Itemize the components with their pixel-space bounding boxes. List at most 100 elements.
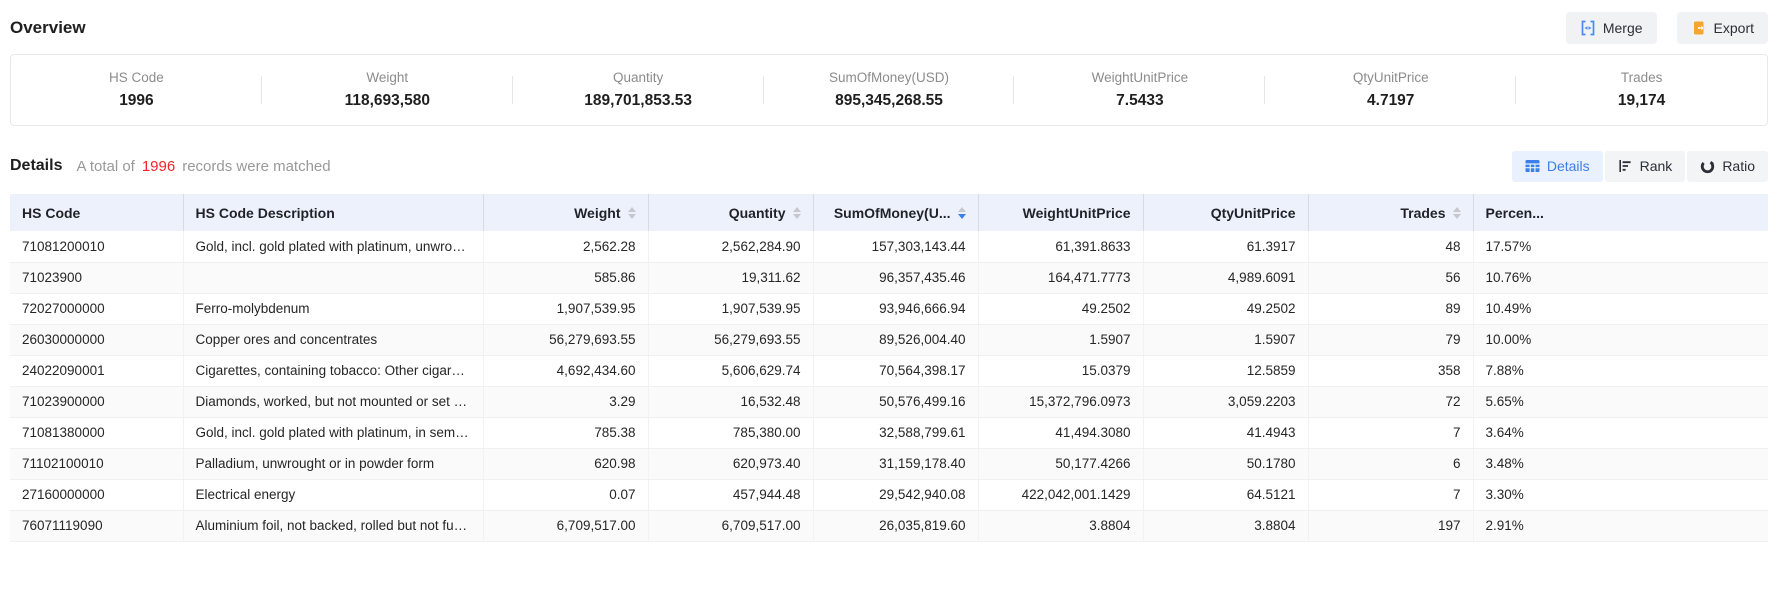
column-header: Quantity [648,194,813,231]
table-cell: 3.48% [1473,448,1768,479]
table-cell: 50,177.4266 [978,448,1143,479]
table-row[interactable]: 71081380000Gold, incl. gold plated with … [10,417,1768,448]
table-cell: Electrical energy [183,479,483,510]
table-row[interactable]: 72027000000Ferro-molybdenum1,907,539.951… [10,293,1768,324]
column-label: WeightUnitPrice [1023,205,1131,221]
table-cell: 3.8804 [978,510,1143,541]
table-cell: 72 [1308,386,1473,417]
table-cell: 3,059.2203 [1143,386,1308,417]
column-label: Percen... [1486,205,1544,221]
sort-carets[interactable] [958,207,966,219]
table-row[interactable]: 71023900000Diamonds, worked, but not mou… [10,386,1768,417]
page-title: Overview [10,18,86,38]
table-row[interactable]: 24022090001Cigarettes, containing tobacc… [10,355,1768,386]
table-cell: 27160000000 [10,479,183,510]
table-cell: 2.91% [1473,510,1768,541]
tab-ratio[interactable]: Ratio [1687,151,1768,182]
stat-label: SumOfMoney(USD) [764,70,1015,85]
table-cell: 26030000000 [10,324,183,355]
table-cell: 2,562.28 [483,231,648,262]
table-cell: 1,907,539.95 [648,293,813,324]
overview-stat: SumOfMoney(USD) 895,345,268.55 [764,70,1015,110]
table-cell: 89,526,004.40 [813,324,978,355]
table-cell: 7 [1308,417,1473,448]
column-header: Percen... [1473,194,1768,231]
sort-ascending-icon [958,207,966,212]
export-button[interactable]: Export [1677,12,1768,44]
table-header-row: HS CodeHS Code DescriptionWeightQuantity… [10,194,1768,231]
column-header: Trades [1308,194,1473,231]
table-row[interactable]: 26030000000Copper ores and concentrates5… [10,324,1768,355]
table-cell: 61,391.8633 [978,231,1143,262]
tab-rank[interactable]: Rank [1605,151,1686,182]
table-cell: 56 [1308,262,1473,293]
column-header: SumOfMoney(U... [813,194,978,231]
column-header: Weight [483,194,648,231]
table-cell: 71023900000 [10,386,183,417]
table-cell: 61.3917 [1143,231,1308,262]
table-cell: 71102100010 [10,448,183,479]
table-cell: Cigarettes, containing tobacco: Other ci… [183,355,483,386]
table-cell: 2,562,284.90 [648,231,813,262]
details-title: Details [10,157,62,175]
table-cell: 76071119090 [10,510,183,541]
column-header: HS Code [10,194,183,231]
stat-value: 118,693,580 [262,92,513,110]
overview-stat: WeightUnitPrice 7.5433 [1014,70,1265,110]
overview-stat: Quantity 189,701,853.53 [513,70,764,110]
summary-suffix: records were matched [182,158,330,175]
table-cell: 71081200010 [10,231,183,262]
details-bar: Details A total of 1996 records were mat… [10,150,1768,182]
table-cell: 3.8804 [1143,510,1308,541]
table-cell: 10.00% [1473,324,1768,355]
table-cell: 15,372,796.0973 [978,386,1143,417]
table-cell: 6,709,517.00 [648,510,813,541]
table-cell: 3.64% [1473,417,1768,448]
table-row[interactable]: 71081200010Gold, incl. gold plated with … [10,231,1768,262]
table-row[interactable]: 27160000000Electrical energy0.07457,944.… [10,479,1768,510]
table-cell: Aluminium foil, not backed, rolled but n… [183,510,483,541]
stat-value: 189,701,853.53 [513,92,764,110]
table-cell: 5.65% [1473,386,1768,417]
sort-ascending-icon [628,207,636,212]
table-cell: 0.07 [483,479,648,510]
sort-carets[interactable] [793,207,801,219]
stat-label: WeightUnitPrice [1014,70,1265,85]
table-cell: 93,946,666.94 [813,293,978,324]
table-row[interactable]: 76071119090Aluminium foil, not backed, r… [10,510,1768,541]
table-row[interactable]: 71023900585.8619,311.6296,357,435.46164,… [10,262,1768,293]
table-cell: 26,035,819.60 [813,510,978,541]
page: Overview Merge [0,0,1778,542]
table-cell: 15.0379 [978,355,1143,386]
top-bar: Overview Merge [10,0,1768,44]
details-table: HS CodeHS Code DescriptionWeightQuantity… [10,194,1768,542]
table-cell: Gold, incl. gold plated with platinum, u… [183,231,483,262]
table-cell: Diamonds, worked, but not mounted or set… [183,386,483,417]
overview-stat: QtyUnitPrice 4.7197 [1265,70,1516,110]
stat-label: QtyUnitPrice [1265,70,1516,85]
table-cell: 6,709,517.00 [483,510,648,541]
table-row[interactable]: 71102100010Palladium, unwrought or in po… [10,448,1768,479]
table-cell: 96,357,435.46 [813,262,978,293]
sort-carets[interactable] [628,207,636,219]
sort-carets[interactable] [1453,207,1461,219]
table-cell: 71023900 [10,262,183,293]
table-cell: 32,588,799.61 [813,417,978,448]
table-cell: 12.5859 [1143,355,1308,386]
sort-descending-icon [793,214,801,219]
table-cell [183,262,483,293]
table-cell: 16,532.48 [648,386,813,417]
merge-button[interactable]: Merge [1566,12,1657,44]
table-cell: 48 [1308,231,1473,262]
stat-label: Quantity [513,70,764,85]
table-cell: 72027000000 [10,293,183,324]
table-cell: 422,042,001.1429 [978,479,1143,510]
tab-ratio-label: Ratio [1722,158,1755,174]
table-icon [1525,159,1540,173]
table-cell: 89 [1308,293,1473,324]
table-cell: 64.5121 [1143,479,1308,510]
tab-details[interactable]: Details [1512,151,1603,182]
table-cell: 4,692,434.60 [483,355,648,386]
sort-descending-icon [1453,214,1461,219]
overview-stats-card: HS Code 1996 Weight 118,693,580 Quantity… [10,54,1768,126]
